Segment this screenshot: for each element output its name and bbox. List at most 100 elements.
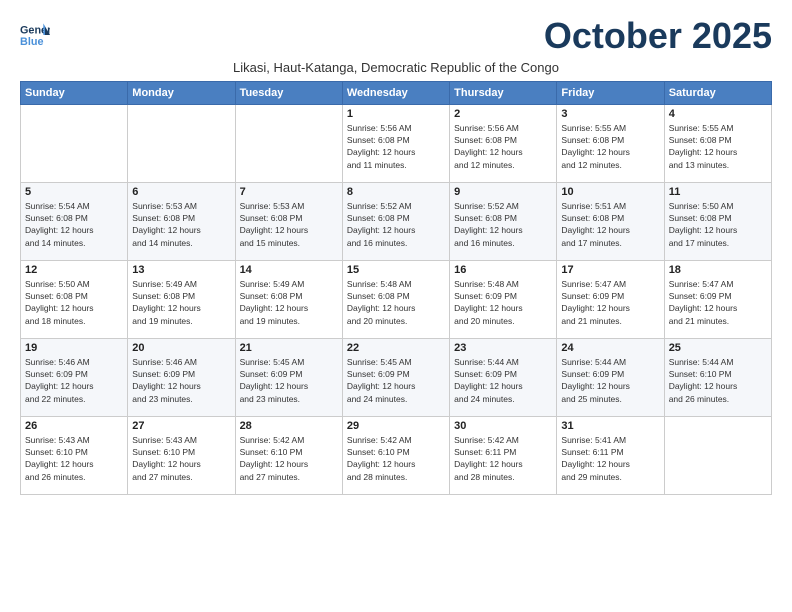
- col-thursday: Thursday: [450, 81, 557, 104]
- day-detail: Sunrise: 5:42 AM Sunset: 6:11 PM Dayligh…: [454, 434, 552, 483]
- day-number: 23: [454, 342, 552, 354]
- day-detail: Sunrise: 5:44 AM Sunset: 6:10 PM Dayligh…: [669, 356, 767, 405]
- day-cell: 10 Sunrise: 5:51 AM Sunset: 6:08 PM Dayli…: [557, 182, 664, 260]
- day-detail: Sunrise: 5:42 AM Sunset: 6:10 PM Dayligh…: [240, 434, 338, 483]
- col-tuesday: Tuesday: [235, 81, 342, 104]
- day-number: 18: [669, 264, 767, 276]
- col-saturday: Saturday: [664, 81, 771, 104]
- day-number: 31: [561, 420, 659, 432]
- day-detail: Sunrise: 5:53 AM Sunset: 6:08 PM Dayligh…: [240, 200, 338, 249]
- day-detail: Sunrise: 5:47 AM Sunset: 6:09 PM Dayligh…: [561, 278, 659, 327]
- col-wednesday: Wednesday: [342, 81, 449, 104]
- day-cell: 12Sunrise: 5:50 AM Sunset: 6:08 PM Dayli…: [21, 260, 128, 338]
- day-number: 29: [347, 420, 445, 432]
- day-detail: Sunrise: 5:44 AM Sunset: 6:09 PM Dayligh…: [561, 356, 659, 405]
- day-detail: Sunrise: 5:45 AM Sunset: 6:09 PM Dayligh…: [240, 356, 338, 405]
- day-number: 20: [132, 342, 230, 354]
- subtitle: Likasi, Haut-Katanga, Democratic Republi…: [20, 60, 772, 75]
- day-number: 9: [454, 186, 552, 198]
- col-monday: Monday: [128, 81, 235, 104]
- header: General Blue October 2025: [20, 16, 772, 56]
- day-cell: 28 Sunrise: 5:42 AM Sunset: 6:10 PM Dayli…: [235, 416, 342, 494]
- day-detail: Sunrise: 5:48 AM Sunset: 6:08 PM Dayligh…: [347, 278, 445, 327]
- day-cell: 22Sunrise: 5:45 AM Sunset: 6:09 PM Dayli…: [342, 338, 449, 416]
- logo: General Blue: [20, 20, 50, 50]
- week-row-4: 19 Sunrise: 5:46 AM Sunset: 6:09 PM Dayli…: [21, 338, 772, 416]
- day-detail: Sunrise: 5:41 AM Sunset: 6:11 PM Dayligh…: [561, 434, 659, 483]
- day-detail: Sunrise: 5:42 AM Sunset: 6:10 PM Dayligh…: [347, 434, 445, 483]
- day-detail: Sunrise: 5:56 AM Sunset: 6:08 PM Dayligh…: [454, 122, 552, 171]
- day-number: 5: [25, 186, 123, 198]
- day-cell: 3 Sunrise: 5:55 AM Sunset: 6:08 PM Daylig…: [557, 104, 664, 182]
- day-detail: Sunrise: 5:55 AM Sunset: 6:08 PM Dayligh…: [561, 122, 659, 171]
- day-cell: [664, 416, 771, 494]
- day-number: 19: [25, 342, 123, 354]
- day-cell: 6Sunrise: 5:53 AM Sunset: 6:08 PM Daylig…: [128, 182, 235, 260]
- calendar-table: Sunday Monday Tuesday Wednesday Thursday…: [20, 81, 772, 495]
- day-number: 10: [561, 186, 659, 198]
- day-number: 2: [454, 108, 552, 120]
- day-cell: 13Sunrise: 5:49 AM Sunset: 6:08 PM Dayli…: [128, 260, 235, 338]
- svg-text:Blue: Blue: [20, 36, 43, 48]
- day-number: 30: [454, 420, 552, 432]
- day-cell: 25 Sunrise: 5:44 AM Sunset: 6:10 PM Dayli…: [664, 338, 771, 416]
- day-cell: 4 Sunrise: 5:55 AM Sunset: 6:08 PM Daylig…: [664, 104, 771, 182]
- day-number: 11: [669, 186, 767, 198]
- week-row-3: 12Sunrise: 5:50 AM Sunset: 6:08 PM Dayli…: [21, 260, 772, 338]
- day-cell: 23 Sunrise: 5:44 AM Sunset: 6:09 PM Dayli…: [450, 338, 557, 416]
- day-detail: Sunrise: 5:46 AM Sunset: 6:09 PM Dayligh…: [25, 356, 123, 405]
- day-number: 4: [669, 108, 767, 120]
- col-sunday: Sunday: [21, 81, 128, 104]
- day-cell: 17 Sunrise: 5:47 AM Sunset: 6:09 PM Dayli…: [557, 260, 664, 338]
- page: General Blue October 2025 Likasi, Haut-K…: [0, 0, 792, 612]
- day-number: 8: [347, 186, 445, 198]
- day-number: 24: [561, 342, 659, 354]
- week-row-2: 5 Sunrise: 5:54 AM Sunset: 6:08 PM Daylig…: [21, 182, 772, 260]
- day-number: 13: [132, 264, 230, 276]
- day-number: 1: [347, 108, 445, 120]
- day-cell: 21 Sunrise: 5:45 AM Sunset: 6:09 PM Dayli…: [235, 338, 342, 416]
- day-detail: Sunrise: 5:51 AM Sunset: 6:08 PM Dayligh…: [561, 200, 659, 249]
- day-cell: 20Sunrise: 5:46 AM Sunset: 6:09 PM Dayli…: [128, 338, 235, 416]
- day-detail: Sunrise: 5:52 AM Sunset: 6:08 PM Dayligh…: [347, 200, 445, 249]
- day-number: 15: [347, 264, 445, 276]
- day-detail: Sunrise: 5:47 AM Sunset: 6:09 PM Dayligh…: [669, 278, 767, 327]
- week-row-5: 26 Sunrise: 5:43 AM Sunset: 6:10 PM Dayli…: [21, 416, 772, 494]
- day-cell: 27Sunrise: 5:43 AM Sunset: 6:10 PM Dayli…: [128, 416, 235, 494]
- day-number: 17: [561, 264, 659, 276]
- day-detail: Sunrise: 5:43 AM Sunset: 6:10 PM Dayligh…: [132, 434, 230, 483]
- day-number: 26: [25, 420, 123, 432]
- day-number: 12: [25, 264, 123, 276]
- day-number: 25: [669, 342, 767, 354]
- day-detail: Sunrise: 5:53 AM Sunset: 6:08 PM Dayligh…: [132, 200, 230, 249]
- week-row-1: 1 Sunrise: 5:56 AM Sunset: 6:08 PM Daylig…: [21, 104, 772, 182]
- day-cell: 26 Sunrise: 5:43 AM Sunset: 6:10 PM Dayli…: [21, 416, 128, 494]
- day-cell: 1 Sunrise: 5:56 AM Sunset: 6:08 PM Daylig…: [342, 104, 449, 182]
- day-detail: Sunrise: 5:49 AM Sunset: 6:08 PM Dayligh…: [240, 278, 338, 327]
- day-cell: 5 Sunrise: 5:54 AM Sunset: 6:08 PM Daylig…: [21, 182, 128, 260]
- col-friday: Friday: [557, 81, 664, 104]
- day-number: 3: [561, 108, 659, 120]
- day-cell: 2 Sunrise: 5:56 AM Sunset: 6:08 PM Daylig…: [450, 104, 557, 182]
- day-cell: 30 Sunrise: 5:42 AM Sunset: 6:11 PM Dayli…: [450, 416, 557, 494]
- day-detail: Sunrise: 5:52 AM Sunset: 6:08 PM Dayligh…: [454, 200, 552, 249]
- day-cell: 11 Sunrise: 5:50 AM Sunset: 6:08 PM Dayli…: [664, 182, 771, 260]
- day-detail: Sunrise: 5:48 AM Sunset: 6:09 PM Dayligh…: [454, 278, 552, 327]
- day-number: 28: [240, 420, 338, 432]
- day-cell: 19 Sunrise: 5:46 AM Sunset: 6:09 PM Dayli…: [21, 338, 128, 416]
- day-number: 7: [240, 186, 338, 198]
- day-detail: Sunrise: 5:45 AM Sunset: 6:09 PM Dayligh…: [347, 356, 445, 405]
- day-detail: Sunrise: 5:56 AM Sunset: 6:08 PM Dayligh…: [347, 122, 445, 171]
- day-detail: Sunrise: 5:54 AM Sunset: 6:08 PM Dayligh…: [25, 200, 123, 249]
- day-cell: 24 Sunrise: 5:44 AM Sunset: 6:09 PM Dayli…: [557, 338, 664, 416]
- day-cell: 14 Sunrise: 5:49 AM Sunset: 6:08 PM Dayli…: [235, 260, 342, 338]
- day-detail: Sunrise: 5:55 AM Sunset: 6:08 PM Dayligh…: [669, 122, 767, 171]
- day-number: 21: [240, 342, 338, 354]
- day-cell: 8 Sunrise: 5:52 AM Sunset: 6:08 PM Daylig…: [342, 182, 449, 260]
- day-number: 14: [240, 264, 338, 276]
- month-title: October 2025: [544, 16, 772, 56]
- day-detail: Sunrise: 5:44 AM Sunset: 6:09 PM Dayligh…: [454, 356, 552, 405]
- day-detail: Sunrise: 5:43 AM Sunset: 6:10 PM Dayligh…: [25, 434, 123, 483]
- day-cell: [235, 104, 342, 182]
- day-detail: Sunrise: 5:50 AM Sunset: 6:08 PM Dayligh…: [669, 200, 767, 249]
